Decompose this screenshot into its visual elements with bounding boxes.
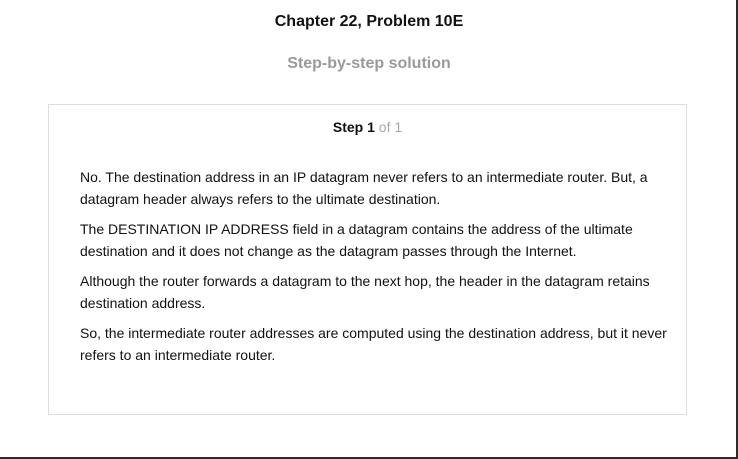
step-label-text: Step <box>332 119 364 135</box>
solution-paragraph: No. The destination address in an IP dat… <box>80 169 648 207</box>
solution-paragraph: So, the intermediate router addresses ar… <box>80 325 667 363</box>
page-title: Chapter 22, Problem 10E <box>274 13 464 30</box>
solution-subtitle: Step-by-step solution <box>287 55 451 72</box>
step-count: of 1 <box>378 119 403 135</box>
solution-paragraph: Although the router forwards a datagram … <box>80 273 650 311</box>
step-body: No. The destination address in an IP dat… <box>80 166 670 374</box>
step-label: Step 1 <box>333 119 375 135</box>
step-card: Step 1 of 1 No. The destination address … <box>48 104 687 415</box>
step-number: 1 <box>367 119 375 135</box>
solution-paragraph: The DESTINATION IP ADDRESS field in a da… <box>80 221 633 259</box>
step-header: Step 1 of 1 <box>49 118 686 136</box>
